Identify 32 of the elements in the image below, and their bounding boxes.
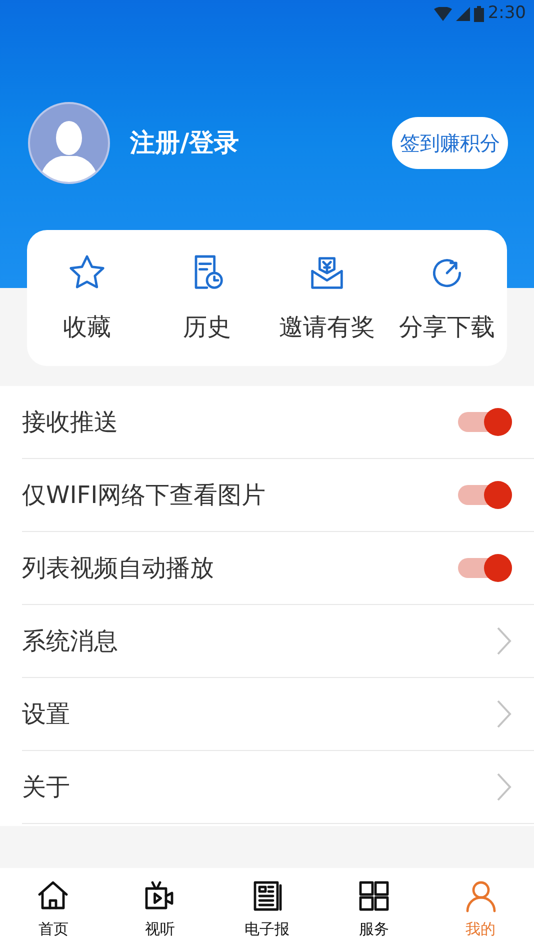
shortcut-label[interactable]: 邀请有奖 <box>279 309 375 345</box>
chevron-right-icon <box>496 772 512 802</box>
nav-tab[interactable]: 视听 <box>106 868 214 950</box>
shortcut-label[interactable]: 收藏 <box>63 309 111 345</box>
shortcut-label[interactable]: 分享下载 <box>399 309 495 345</box>
shortcut-label[interactable]: 历史 <box>183 309 231 345</box>
login-link[interactable]: 注册/登录 <box>130 124 240 162</box>
settings-label: 系统消息 <box>22 626 119 657</box>
wifi-icon <box>434 7 452 21</box>
nav-tab[interactable]: 首页 <box>0 868 107 950</box>
settings-row[interactable]: 仅WIFI网络下查看图片 <box>22 459 534 532</box>
toggle-switch[interactable] <box>458 407 512 437</box>
nav-tab[interactable]: 电子报 <box>214 868 320 950</box>
nav-tab[interactable]: 服务 <box>320 868 428 950</box>
checkin-button[interactable]: 签到赚积分 <box>392 117 508 169</box>
toggle-switch[interactable] <box>458 480 512 510</box>
status-time: 2:30 <box>488 2 526 26</box>
chevron-right-icon <box>496 626 512 656</box>
settings-row[interactable]: 系统消息 <box>22 605 534 678</box>
settings-row[interactable]: 关于 <box>22 751 534 824</box>
toggle-switch[interactable] <box>458 553 512 583</box>
settings-row[interactable]: 列表视频自动播放 <box>22 532 534 605</box>
settings-label: 仅WIFI网络下查看图片 <box>22 480 267 511</box>
settings-row[interactable]: 接收推送 <box>22 386 534 459</box>
chevron-right-icon <box>496 699 512 729</box>
settings-label: 关于 <box>22 772 71 803</box>
signal-icon <box>456 7 470 21</box>
settings-row[interactable]: 设置 <box>22 678 534 751</box>
settings-label: 设置 <box>22 699 71 730</box>
settings-label: 接收推送 <box>22 407 119 438</box>
settings-label: 列表视频自动播放 <box>22 553 215 584</box>
battery-icon <box>474 6 484 22</box>
